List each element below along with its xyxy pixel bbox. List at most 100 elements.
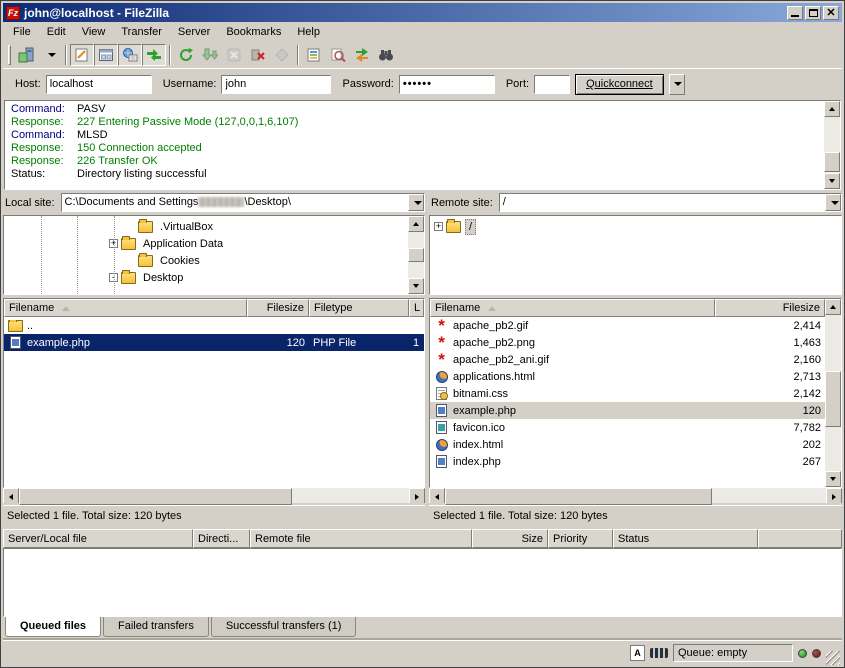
toggle-transfer-queue-button[interactable] xyxy=(142,44,166,66)
menu-edit[interactable]: Edit xyxy=(39,23,74,41)
quickconnect-button[interactable]: Quickconnect xyxy=(575,74,664,95)
toggle-message-log-button[interactable] xyxy=(70,44,94,66)
local-path-dropdown[interactable] xyxy=(408,194,424,211)
tab-failed-transfers[interactable]: Failed transfers xyxy=(103,617,209,637)
column-header-remote-file[interactable]: Remote file xyxy=(250,529,472,548)
scroll-up-button[interactable] xyxy=(825,299,841,315)
scroll-up-button[interactable] xyxy=(408,216,424,232)
refresh-button[interactable] xyxy=(174,44,198,66)
column-header-size[interactable]: Size xyxy=(472,529,548,548)
file-row-selected[interactable]: example.php120 xyxy=(430,402,825,419)
menu-file[interactable]: File xyxy=(5,23,39,41)
tree-item-root[interactable]: +/ xyxy=(430,218,841,235)
refresh-icon xyxy=(178,47,194,63)
expand-icon[interactable]: + xyxy=(434,222,443,231)
synchronized-browsing-button[interactable] xyxy=(350,44,374,66)
scrollbar-thumb[interactable] xyxy=(825,371,841,427)
password-input[interactable] xyxy=(399,75,495,94)
host-input[interactable] xyxy=(46,75,152,94)
remote-path-dropdown[interactable] xyxy=(825,194,841,211)
menu-bookmarks[interactable]: Bookmarks xyxy=(218,23,289,41)
log-line: Response:227 Entering Passive Mode (127,… xyxy=(5,116,824,129)
scroll-left-button[interactable] xyxy=(3,488,19,505)
file-row-parent-dir[interactable]: .. xyxy=(4,317,424,334)
message-log-icon xyxy=(74,47,90,63)
scroll-down-button[interactable] xyxy=(824,173,840,189)
tab-successful-transfers[interactable]: Successful transfers (1) xyxy=(211,617,357,637)
username-label: Username: xyxy=(163,78,217,90)
site-manager-dropdown[interactable] xyxy=(38,44,62,66)
scroll-down-button[interactable] xyxy=(408,278,424,294)
scroll-left-button[interactable] xyxy=(429,488,445,505)
find-button[interactable] xyxy=(374,44,398,66)
column-header-status[interactable]: Status xyxy=(613,529,758,548)
process-queue-button[interactable] xyxy=(198,44,222,66)
column-header-server-local-file[interactable]: Server/Local file xyxy=(3,529,193,548)
reconnect-button[interactable] xyxy=(270,44,294,66)
file-row[interactable]: bitnami.css2,142 xyxy=(430,385,825,402)
remote-path-combo[interactable]: / xyxy=(499,193,842,212)
log-scrollbar[interactable] xyxy=(824,101,840,189)
arrow-left-icon xyxy=(9,494,13,500)
column-header-priority[interactable]: Priority xyxy=(548,529,613,548)
local-tree-scrollbar[interactable] xyxy=(408,216,424,294)
close-button[interactable]: ✕ xyxy=(823,6,839,20)
column-header-direction[interactable]: Directi... xyxy=(193,529,250,548)
column-header-filesize[interactable]: Filesize xyxy=(715,299,825,317)
queue-body xyxy=(3,548,842,617)
tree-item-application-data[interactable]: +Application Data xyxy=(4,235,408,252)
menu-view[interactable]: View xyxy=(74,23,114,41)
quickconnect-dropdown[interactable] xyxy=(669,74,685,95)
toolbar-gripper[interactable] xyxy=(8,45,11,65)
remote-list-scrollbar[interactable] xyxy=(825,299,841,487)
column-header-filename[interactable]: Filename xyxy=(430,299,715,317)
toolbar xyxy=(3,42,842,68)
local-hscrollbar[interactable] xyxy=(3,488,425,505)
file-row[interactable]: applications.html2,713 xyxy=(430,368,825,385)
column-header-last-modified[interactable]: L xyxy=(409,299,424,317)
column-header-filetype[interactable]: Filetype xyxy=(309,299,409,317)
port-input[interactable] xyxy=(534,75,570,94)
minimize-button[interactable] xyxy=(787,6,803,20)
maximize-button[interactable] xyxy=(805,6,821,20)
menu-help[interactable]: Help xyxy=(289,23,328,41)
scrollbar-thumb[interactable] xyxy=(408,248,424,262)
file-row[interactable]: index.html202 xyxy=(430,436,825,453)
column-header-filename[interactable]: Filename xyxy=(4,299,247,317)
cancel-operation-button[interactable] xyxy=(222,44,246,66)
file-row[interactable]: *apache_pb2.png1,463 xyxy=(430,334,825,351)
toolbar-separator xyxy=(65,45,67,65)
local-path-combo[interactable]: C:\Documents and Settings\Desktop\ xyxy=(61,193,425,212)
file-row[interactable]: *apache_pb2_ani.gif2,160 xyxy=(430,351,825,368)
resize-grip[interactable] xyxy=(826,651,840,665)
scroll-up-button[interactable] xyxy=(824,101,840,117)
site-manager-button[interactable] xyxy=(14,44,38,66)
column-header-filesize[interactable]: Filesize xyxy=(247,299,309,317)
toggle-local-tree-button[interactable] xyxy=(94,44,118,66)
tree-item-virtualbox[interactable]: .VirtualBox xyxy=(4,218,408,235)
tab-queued-files[interactable]: Queued files xyxy=(5,617,101,637)
file-row[interactable]: favicon.ico7,782 xyxy=(430,419,825,436)
scrollbar-thumb[interactable] xyxy=(824,152,840,172)
disconnect-button[interactable] xyxy=(246,44,270,66)
directory-comparison-button[interactable] xyxy=(326,44,350,66)
local-site-label: Local site: xyxy=(3,197,61,209)
filter-button[interactable] xyxy=(302,44,326,66)
scroll-down-button[interactable] xyxy=(825,471,841,487)
scroll-right-button[interactable] xyxy=(826,488,842,505)
scrollbar-thumb[interactable] xyxy=(445,488,712,505)
username-input[interactable] xyxy=(221,75,331,94)
file-row[interactable]: index.php267 xyxy=(430,453,825,470)
toggle-remote-tree-button[interactable] xyxy=(118,44,142,66)
file-row-example-php[interactable]: example.php 120 PHP File 1 xyxy=(4,334,424,351)
menu-transfer[interactable]: Transfer xyxy=(113,23,170,41)
tree-item-cookies[interactable]: Cookies xyxy=(4,252,408,269)
log-line: Response:150 Connection accepted xyxy=(5,142,824,155)
remote-hscrollbar[interactable] xyxy=(429,488,842,505)
tree-item-desktop[interactable]: -Desktop xyxy=(4,269,408,286)
scrollbar-thumb[interactable] xyxy=(19,488,292,505)
menu-server[interactable]: Server xyxy=(170,23,218,41)
scroll-right-button[interactable] xyxy=(409,488,425,505)
file-row[interactable]: *apache_pb2.gif2,414 xyxy=(430,317,825,334)
arrow-up-icon xyxy=(829,107,835,111)
